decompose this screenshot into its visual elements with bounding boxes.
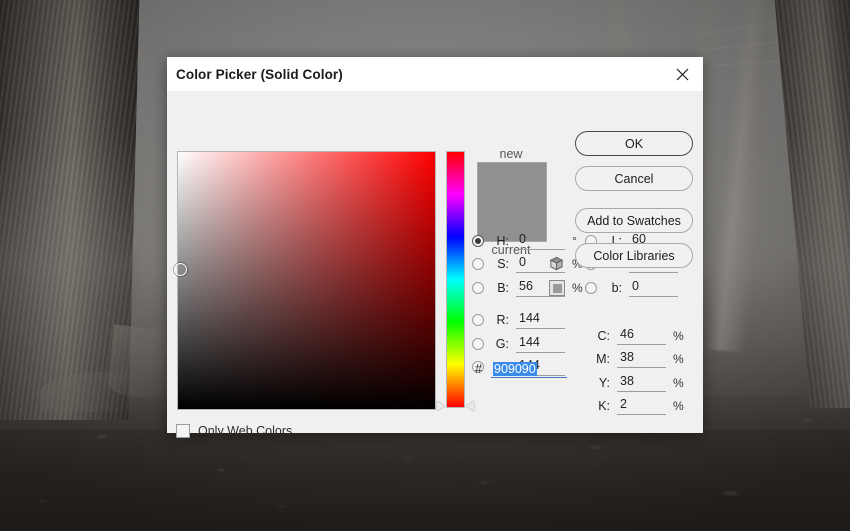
screen: Color Picker (Solid Color) Only Web Colo… [0, 0, 850, 531]
radio-lab-b[interactable] [585, 281, 597, 294]
field-row-lab-b[interactable]: b: 0 [585, 276, 699, 300]
sb-black-overlay [178, 152, 435, 409]
label-lab-b: b: [611, 280, 622, 295]
dialog-buttons: OK Cancel Add to Swatches Color Librarie… [575, 131, 695, 268]
input-lab-b[interactable]: 0 [629, 279, 678, 297]
field-row-s[interactable]: S: 0 % [472, 253, 586, 277]
unit-k: % [673, 399, 684, 414]
dialog-titlebar: Color Picker (Solid Color) [167, 57, 703, 91]
hue-slider[interactable] [437, 151, 474, 411]
label-k: K: [598, 399, 610, 414]
hex-value: 909090 [493, 362, 537, 376]
input-h[interactable]: 0 [516, 232, 565, 250]
unit-m: % [673, 352, 684, 367]
input-r[interactable]: 144 [516, 311, 565, 330]
field-row-b-brightness[interactable]: B: 56 % [472, 276, 586, 300]
input-b-brightness[interactable]: 56 [516, 279, 565, 297]
unit-y: % [673, 375, 684, 390]
hex-input[interactable]: 909090 [491, 360, 567, 378]
only-web-colors-checkbox[interactable] [176, 424, 190, 438]
input-m[interactable]: 38 [617, 350, 666, 369]
input-k[interactable]: 2 [617, 397, 666, 416]
input-c[interactable]: 46 [617, 327, 666, 345]
label-r: R: [496, 313, 510, 328]
label-s: S: [497, 257, 509, 272]
field-row-r[interactable]: R: 144 [472, 309, 586, 333]
hue-gradient-strip[interactable] [446, 151, 465, 408]
radio-r[interactable] [472, 314, 484, 327]
label-y: Y: [598, 375, 610, 390]
input-g[interactable]: 144 [516, 335, 565, 353]
dialog-body: Only Web Colors new current H: 0 ° S: 0 … [167, 91, 703, 438]
hue-marker-left[interactable] [437, 401, 445, 411]
hsb-rgb-column: H: 0 ° S: 0 % B: 56 % R: 144 G: 144 [472, 229, 586, 379]
hue-marker-right[interactable] [466, 401, 474, 411]
column-spacer [472, 300, 586, 309]
hex-symbol: # [475, 362, 482, 376]
input-s[interactable]: 0 [516, 255, 565, 274]
label-c: C: [597, 328, 611, 343]
radio-b-brightness[interactable] [472, 281, 484, 294]
new-color-label: new [499, 147, 523, 161]
field-row-k[interactable]: K: 2 % [585, 395, 687, 419]
unit-b-brightness: % [572, 280, 583, 295]
saturation-brightness-field[interactable] [174, 151, 436, 410]
radio-h[interactable] [472, 234, 484, 247]
label-m: M: [596, 352, 610, 367]
color-field-cursor[interactable] [174, 263, 187, 276]
radio-g[interactable] [472, 337, 484, 350]
field-row-h[interactable]: H: 0 ° [472, 229, 586, 253]
only-web-colors-row[interactable]: Only Web Colors [176, 424, 292, 438]
field-row-c[interactable]: C: 46 % [585, 324, 687, 348]
only-web-colors-label: Only Web Colors [198, 424, 293, 438]
unit-c: % [673, 328, 684, 343]
color-libraries-button[interactable]: Color Libraries [575, 243, 693, 268]
ok-button[interactable]: OK [575, 131, 693, 156]
field-row-m[interactable]: M: 38 % [585, 348, 687, 372]
label-b-brightness: B: [497, 280, 509, 295]
dialog-title: Color Picker (Solid Color) [176, 66, 343, 82]
add-to-swatches-button[interactable]: Add to Swatches [575, 208, 693, 233]
label-h: H: [496, 233, 510, 248]
cmyk-column: C: 46 % M: 38 % Y: 38 % K: 2 % [585, 324, 687, 418]
cancel-button[interactable]: Cancel [575, 166, 693, 191]
color-picker-dialog: Color Picker (Solid Color) Only Web Colo… [167, 57, 703, 438]
radio-s[interactable] [472, 258, 484, 271]
close-icon[interactable] [661, 57, 703, 91]
field-row-y[interactable]: Y: 38 % [585, 371, 687, 395]
label-g: G: [495, 336, 509, 351]
field-row-g[interactable]: G: 144 [472, 332, 586, 356]
hex-field-row[interactable]: # 909090 [472, 360, 567, 378]
input-y[interactable]: 38 [617, 374, 666, 392]
